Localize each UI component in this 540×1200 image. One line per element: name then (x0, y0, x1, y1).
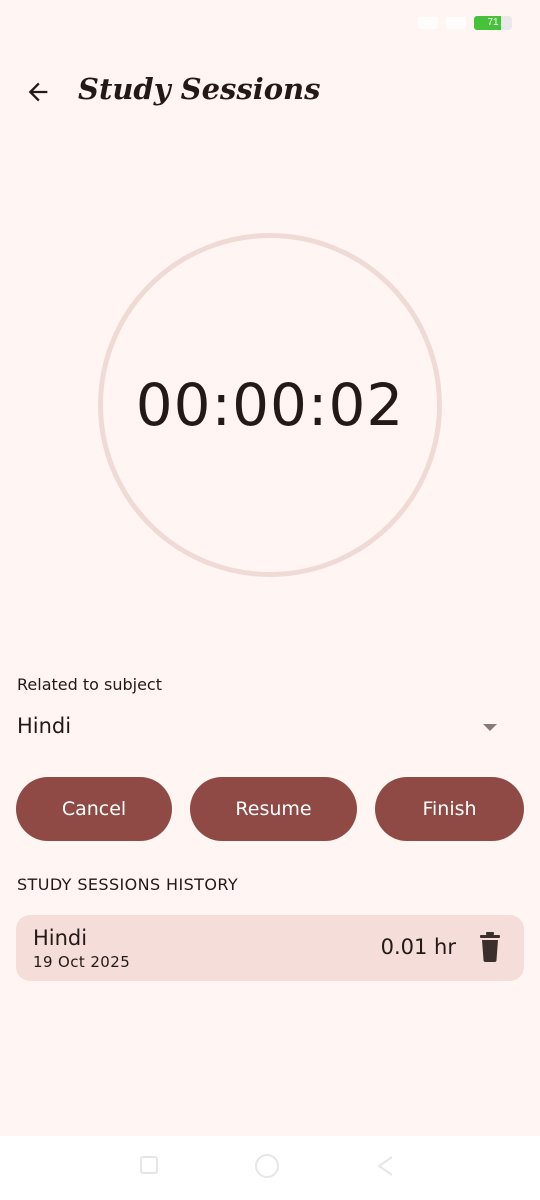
timer-display: 00:00:02 (135, 371, 405, 439)
recent-apps-button[interactable] (140, 1156, 158, 1174)
battery-icon: 71 (474, 16, 512, 30)
system-back-button[interactable] (374, 1154, 398, 1178)
cancel-button[interactable]: Cancel (16, 777, 172, 841)
subject-selected-value: Hindi (17, 714, 72, 738)
session-subject: Hindi (33, 926, 88, 950)
status-bar: 71 (0, 0, 540, 48)
top-app-bar: Study Sessions (0, 58, 540, 126)
trash-icon (480, 932, 500, 962)
page-title: Study Sessions (78, 72, 321, 106)
system-nav-bar (0, 1136, 540, 1200)
battery-level: 71 (487, 17, 499, 28)
finish-button[interactable]: Finish (375, 777, 524, 841)
resume-button[interactable]: Resume (190, 777, 357, 841)
timer-ring: 00:00:02 (98, 233, 442, 577)
wifi-icon (446, 17, 466, 29)
history-heading: STUDY SESSIONS HISTORY (17, 875, 238, 894)
subject-label: Related to subject (17, 675, 162, 694)
signal-icon (418, 17, 438, 29)
session-history-card: Hindi 19 Oct 2025 0.01 hr (16, 915, 524, 981)
session-date: 19 Oct 2025 (33, 953, 131, 971)
delete-session-button[interactable] (478, 932, 502, 962)
session-duration: 0.01 hr (380, 935, 456, 959)
triangle-back-icon (378, 1156, 393, 1176)
arrow-back-icon (28, 82, 48, 102)
subject-dropdown[interactable]: Hindi (17, 710, 507, 746)
home-button[interactable] (255, 1154, 279, 1178)
status-icons: 71 (418, 16, 512, 30)
dropdown-arrow-icon (483, 724, 497, 731)
back-button[interactable] (18, 72, 58, 112)
